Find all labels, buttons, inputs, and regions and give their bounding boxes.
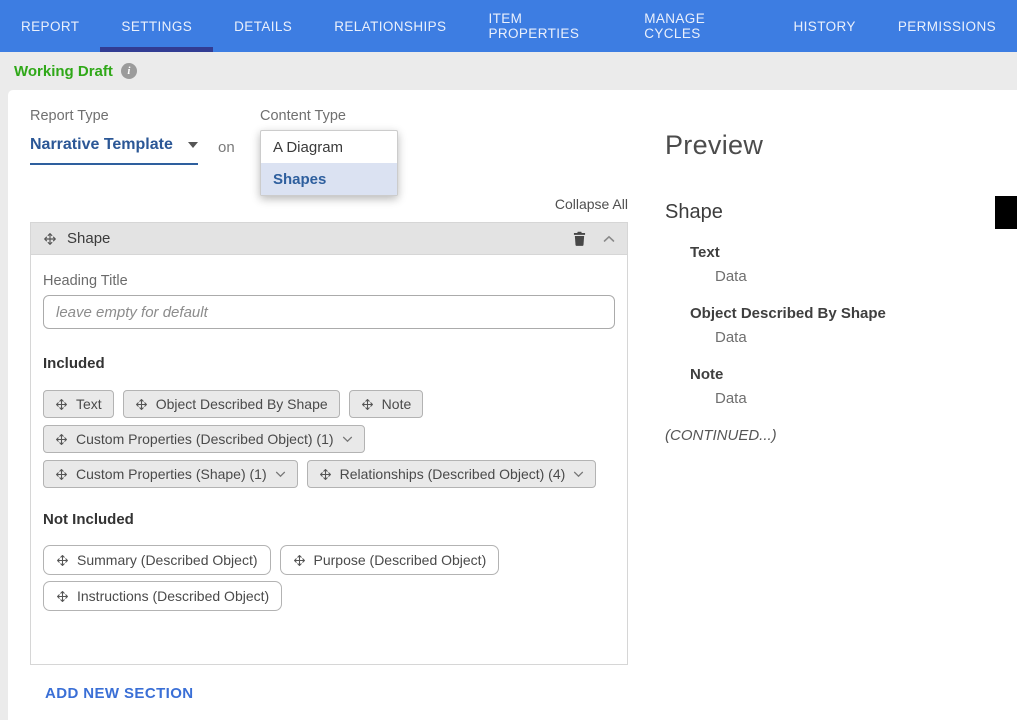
preview-field: Text Data xyxy=(690,244,1005,285)
tab-item-properties[interactable]: ITEM PROPERTIES xyxy=(467,0,623,52)
tab-label: DETAILS xyxy=(234,19,292,34)
included-label: Included xyxy=(43,355,615,372)
report-type-label: Report Type xyxy=(30,108,109,124)
tab-details[interactable]: DETAILS xyxy=(213,0,313,52)
chip-custom-properties-shape[interactable]: Custom Properties (Shape) (1) xyxy=(43,460,298,488)
main-content: Report Type Content Type Narrative Templ… xyxy=(8,90,1017,720)
chip-custom-properties-described-object[interactable]: Custom Properties (Described Object) (1) xyxy=(43,425,365,453)
tab-label: MANAGE CYCLES xyxy=(644,11,751,41)
collapse-all-link[interactable]: Collapse All xyxy=(30,196,628,212)
top-nav: REPORT SETTINGS DETAILS RELATIONSHIPS IT… xyxy=(0,0,1017,52)
dropdown-option-shapes[interactable]: Shapes xyxy=(261,163,397,195)
chip-purpose-described-object[interactable]: Purpose (Described Object) xyxy=(280,545,500,575)
chip-instructions-described-object[interactable]: Instructions (Described Object) xyxy=(43,581,282,611)
tab-label: ITEM PROPERTIES xyxy=(488,11,602,41)
section-body: Heading Title Included Text Object Descr… xyxy=(31,255,627,611)
preview-field-name: Note xyxy=(690,366,1005,383)
drag-handle-icon[interactable] xyxy=(361,398,374,411)
drag-handle-icon[interactable] xyxy=(319,468,332,481)
preview-section-heading: Shape xyxy=(665,201,1005,224)
chip-label: Custom Properties (Shape) (1) xyxy=(76,466,267,482)
chip-label: Purpose (Described Object) xyxy=(314,552,487,568)
preview-field: Object Described By Shape Data xyxy=(690,305,1005,346)
chevron-down-icon[interactable] xyxy=(573,471,584,478)
drag-handle-icon[interactable] xyxy=(56,554,69,567)
tab-label: REPORT xyxy=(21,19,79,34)
drag-handle-icon[interactable] xyxy=(55,468,68,481)
tab-permissions[interactable]: PERMISSIONS xyxy=(877,0,1017,52)
report-type-value: Narrative Template xyxy=(30,136,173,154)
tab-label: SETTINGS xyxy=(121,19,192,34)
chip-summary-described-object[interactable]: Summary (Described Object) xyxy=(43,545,271,575)
section-header[interactable]: Shape xyxy=(31,223,627,255)
included-chip-row: Text Object Described By Shape Note xyxy=(43,390,615,418)
chevron-down-icon[interactable] xyxy=(342,436,353,443)
heading-title-label: Heading Title xyxy=(43,273,615,289)
info-icon[interactable]: i xyxy=(121,63,137,79)
trash-icon[interactable] xyxy=(573,231,586,246)
preview-field: Note Data xyxy=(690,366,1005,407)
included-chip-row: Custom Properties (Described Object) (1) xyxy=(43,425,615,453)
tab-report[interactable]: REPORT xyxy=(0,0,100,52)
chevron-down-icon[interactable] xyxy=(275,471,286,478)
chip-label: Instructions (Described Object) xyxy=(77,588,269,604)
content-type-dropdown: A Diagram Shapes xyxy=(260,130,398,196)
included-chip-row: Custom Properties (Shape) (1) Relationsh… xyxy=(43,460,615,488)
add-new-section-button[interactable]: ADD NEW SECTION xyxy=(45,685,194,702)
section-title: Shape xyxy=(67,230,110,247)
chip-note[interactable]: Note xyxy=(349,390,424,418)
not-included-chip-row: Summary (Described Object) Purpose (Desc… xyxy=(43,545,615,575)
tab-label: RELATIONSHIPS xyxy=(334,19,446,34)
chevron-up-icon[interactable] xyxy=(603,235,615,243)
drag-handle-icon[interactable] xyxy=(135,398,148,411)
shape-section-panel: Shape Heading Title Included Text xyxy=(30,222,628,665)
caret-down-icon xyxy=(188,142,198,148)
chip-label: Note xyxy=(382,396,412,412)
chip-label: Text xyxy=(76,396,102,412)
preview-field-value: Data xyxy=(715,390,1005,407)
tab-label: PERMISSIONS xyxy=(898,19,996,34)
tab-settings[interactable]: SETTINGS xyxy=(100,0,213,52)
preview-pane: Preview Shape Text Data Object Described… xyxy=(665,130,1005,444)
drag-handle-icon[interactable] xyxy=(43,232,57,246)
chip-text[interactable]: Text xyxy=(43,390,114,418)
not-included-chip-row: Instructions (Described Object) xyxy=(43,581,615,611)
preview-field-name: Object Described By Shape xyxy=(690,305,1005,322)
chip-relationships-described-object[interactable]: Relationships (Described Object) (4) xyxy=(307,460,597,488)
not-included-label: Not Included xyxy=(43,511,615,528)
report-type-select[interactable]: Narrative Template xyxy=(30,136,198,165)
preview-field-value: Data xyxy=(715,268,1005,285)
preview-field-name: Text xyxy=(690,244,1005,261)
tab-manage-cycles[interactable]: MANAGE CYCLES xyxy=(623,0,772,52)
drag-handle-icon[interactable] xyxy=(55,433,68,446)
status-bar: Working Draft i xyxy=(0,52,1017,90)
chip-label: Relationships (Described Object) (4) xyxy=(340,466,566,482)
preview-continued-label: (CONTINUED...) xyxy=(665,427,1005,444)
conjunction-text: on xyxy=(218,139,235,156)
heading-title-input[interactable] xyxy=(43,295,615,329)
drag-handle-icon[interactable] xyxy=(293,554,306,567)
drag-handle-icon[interactable] xyxy=(56,590,69,603)
working-draft-status: Working Draft xyxy=(14,63,113,80)
tab-relationships[interactable]: RELATIONSHIPS xyxy=(313,0,467,52)
chip-label: Summary (Described Object) xyxy=(77,552,258,568)
tab-label: HISTORY xyxy=(794,19,856,34)
chip-label: Custom Properties (Described Object) (1) xyxy=(76,431,334,447)
preview-field-value: Data xyxy=(715,329,1005,346)
chip-object-described-by-shape[interactable]: Object Described By Shape xyxy=(123,390,340,418)
content-type-label: Content Type xyxy=(260,108,346,124)
preview-title: Preview xyxy=(665,130,1005,161)
option-label: A Diagram xyxy=(273,139,343,156)
option-label: Shapes xyxy=(273,171,326,188)
dropdown-option-a-diagram[interactable]: A Diagram xyxy=(261,131,397,163)
tab-history[interactable]: HISTORY xyxy=(773,0,877,52)
drag-handle-icon[interactable] xyxy=(55,398,68,411)
chip-label: Object Described By Shape xyxy=(156,396,328,412)
